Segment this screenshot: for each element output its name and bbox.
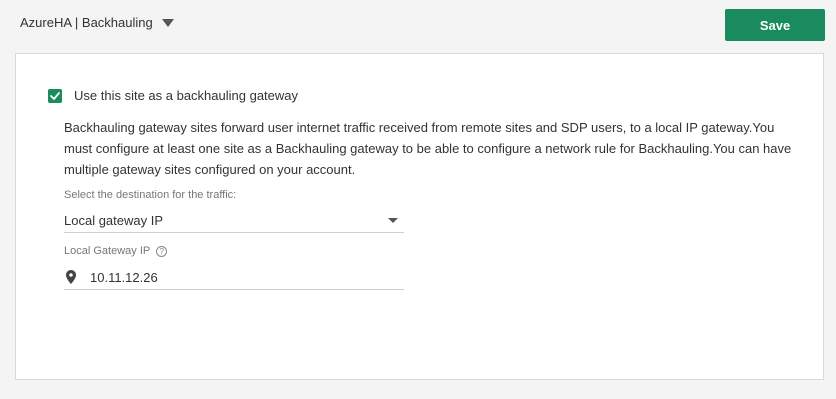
backhauling-description: Backhauling gateway sites forward user i… xyxy=(64,120,792,177)
backhauling-gateway-checkbox-row[interactable]: Use this site as a backhauling gateway xyxy=(48,88,298,103)
local-gateway-ip-label: Local Gateway IP ? xyxy=(64,244,404,258)
checkmark-icon xyxy=(50,91,60,100)
local-gateway-ip-field: Local Gateway IP ? xyxy=(64,244,404,290)
backhauling-settings-panel: Use this site as a backhauling gateway B… xyxy=(15,53,824,380)
caret-down-icon xyxy=(161,18,174,27)
local-gateway-ip-input[interactable] xyxy=(90,269,390,285)
site-selector-dropdown[interactable]: AzureHA | Backhauling xyxy=(20,15,174,30)
traffic-destination-field: Select the destination for the traffic: … xyxy=(64,188,404,233)
caret-down-icon xyxy=(388,218,398,223)
traffic-destination-label-text: Select the destination for the traffic: xyxy=(64,189,237,201)
traffic-destination-select[interactable]: Local gateway IP xyxy=(64,209,404,233)
help-icon[interactable]: ? xyxy=(156,245,168,257)
backhauling-gateway-checkbox[interactable] xyxy=(48,88,62,103)
map-pin-icon xyxy=(66,270,76,284)
page-header: AzureHA | Backhauling Save xyxy=(0,0,836,52)
save-button[interactable]: Save xyxy=(725,9,825,41)
traffic-destination-label: Select the destination for the traffic: xyxy=(64,188,404,202)
local-gateway-ip-input-wrapper xyxy=(64,265,404,290)
local-gateway-ip-label-text: Local Gateway IP xyxy=(64,245,151,257)
backhauling-gateway-checkbox-label: Use this site as a backhauling gateway xyxy=(74,88,299,103)
site-title: AzureHA | Backhauling xyxy=(20,15,153,30)
traffic-destination-value: Local gateway IP xyxy=(64,213,164,228)
